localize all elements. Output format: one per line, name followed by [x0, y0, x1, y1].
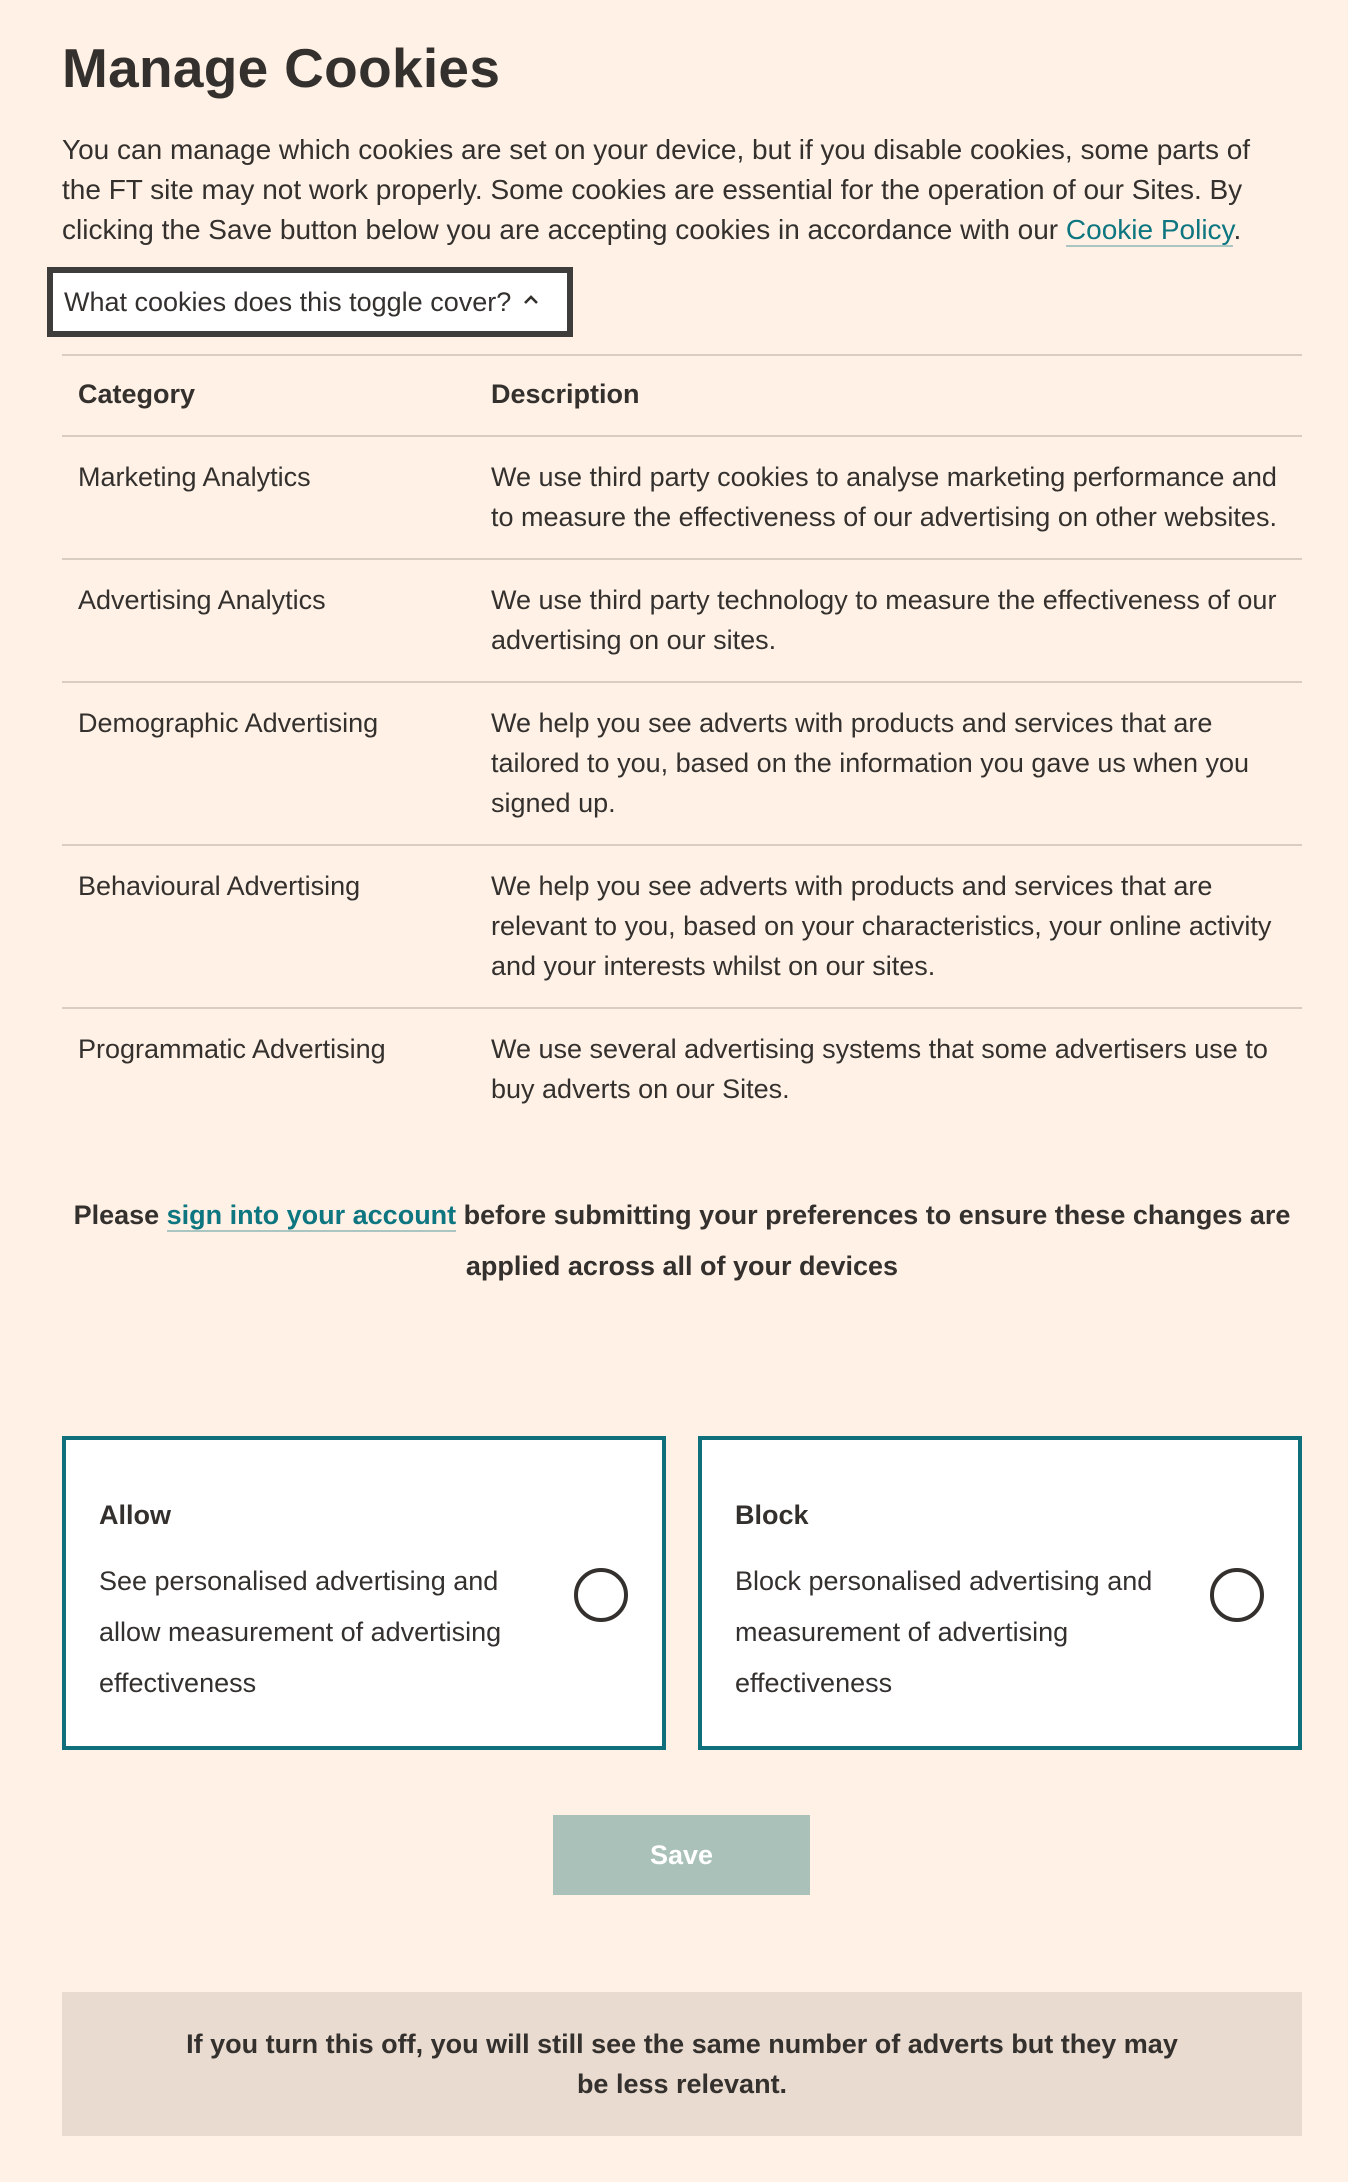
- cookie-policy-link[interactable]: Cookie Policy: [1065, 214, 1234, 247]
- category-cell: Behavioural Advertising: [62, 844, 475, 1008]
- column-header-category: Category: [62, 354, 475, 436]
- notice-text-end: before submitting your preferences to en…: [456, 1200, 1291, 1281]
- footer-note-text: If you turn this off, you will still see…: [186, 2029, 1178, 2099]
- block-radio[interactable]: [1210, 1568, 1264, 1622]
- category-cell: Programmatic Advertising: [62, 1007, 475, 1130]
- block-option-description: Block personalised advertising and measu…: [735, 1566, 1153, 1698]
- block-option-card[interactable]: Block Block personalised advertising and…: [698, 1436, 1302, 1750]
- save-button[interactable]: Save: [553, 1815, 810, 1895]
- allow-option-title: Allow: [99, 1500, 171, 1530]
- table-row: Marketing Analytics We use third party c…: [62, 435, 1302, 559]
- table-header-row: Category Description: [62, 354, 1302, 436]
- toggle-label: What cookies does this toggle cover?: [64, 286, 512, 317]
- table-row: Programmatic Advertising We use several …: [62, 1007, 1302, 1130]
- footer-note: If you turn this off, you will still see…: [62, 1992, 1302, 2136]
- notice-text: Please: [73, 1200, 167, 1230]
- column-header-description: Description: [475, 354, 1302, 436]
- cookies-table: Category Description Marketing Analytics…: [62, 354, 1302, 1130]
- table-row: Demographic Advertising We help you see …: [62, 681, 1302, 845]
- intro-paragraph: You can manage which cookies are set on …: [62, 130, 1292, 250]
- intro-text-end: .: [1233, 214, 1242, 245]
- description-cell: We use several advertising systems that …: [475, 1007, 1302, 1130]
- description-cell: We use third party cookies to analyse ma…: [475, 435, 1302, 559]
- sign-in-link[interactable]: sign into your account: [166, 1200, 457, 1232]
- chevron-up-icon: [523, 289, 539, 312]
- page-title: Manage Cookies: [62, 37, 501, 99]
- category-cell: Advertising Analytics: [62, 558, 475, 682]
- category-cell: Marketing Analytics: [62, 435, 475, 559]
- cookies-toggle-button[interactable]: What cookies does this toggle cover?: [47, 267, 573, 337]
- block-option-title: Block: [735, 1500, 809, 1530]
- allow-option-card[interactable]: Allow See personalised advertising and a…: [62, 1436, 666, 1750]
- allow-option-description: See personalised advertising and allow m…: [99, 1566, 502, 1698]
- description-cell: We help you see adverts with products an…: [475, 681, 1302, 845]
- category-cell: Demographic Advertising: [62, 681, 475, 845]
- table-row: Advertising Analytics We use third party…: [62, 558, 1302, 682]
- manage-cookies-page: Manage Cookies You can manage which cook…: [0, 0, 1348, 2182]
- sign-in-notice: Please sign into your account before sub…: [62, 1190, 1302, 1292]
- allow-radio[interactable]: [574, 1568, 628, 1622]
- description-cell: We help you see adverts with products an…: [475, 844, 1302, 1008]
- table-row: Behavioural Advertising We help you see …: [62, 844, 1302, 1008]
- description-cell: We use third party technology to measure…: [475, 558, 1302, 682]
